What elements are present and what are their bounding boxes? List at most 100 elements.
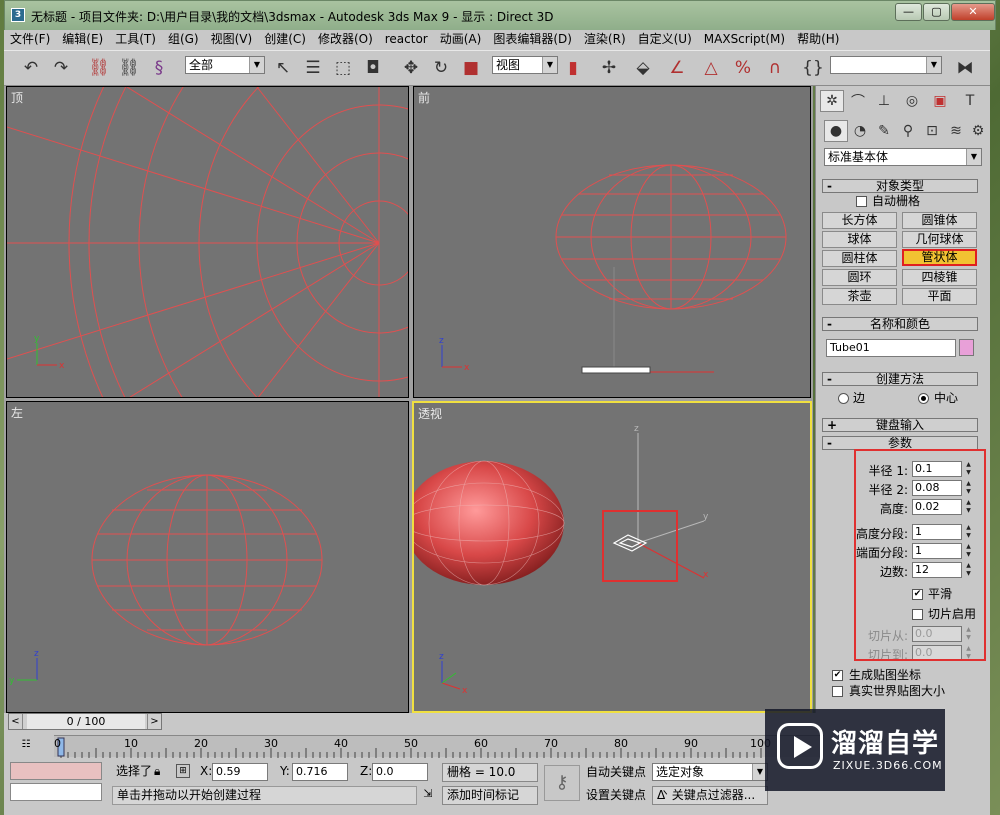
minimize-button[interactable]: — — [895, 3, 922, 21]
menu-reactor[interactable]: reactor — [379, 30, 434, 48]
trackbar[interactable]: 0 10 20 30 40 50 60 70 80 90 100 — [54, 735, 824, 758]
rollout-creation-method[interactable]: - 创建方法 — [822, 372, 978, 386]
edge-radio[interactable] — [838, 393, 849, 404]
gen-map-coords-checkbox[interactable]: ✔ — [832, 670, 843, 681]
viewport-front[interactable]: z x 前 — [413, 86, 811, 398]
center-radio[interactable] — [918, 393, 929, 404]
menu-tools[interactable]: 工具(T) — [109, 30, 162, 48]
plane-button[interactable]: 平面 — [902, 288, 977, 305]
y-field[interactable]: 0.716 — [292, 763, 348, 781]
maxscript-listener-mini[interactable] — [10, 762, 102, 780]
key-mode-dropdown[interactable]: 选定对象 ▼ — [652, 763, 768, 781]
pyramid-button[interactable]: 四棱锥 — [902, 269, 977, 286]
menu-views[interactable]: 视图(V) — [205, 30, 259, 48]
display-tab-icon[interactable]: ▣ — [928, 90, 952, 112]
modify-tab-icon[interactable]: ⌒ — [846, 90, 870, 112]
time-tag-icon[interactable]: ⇲ — [420, 787, 436, 803]
cone-button[interactable]: 圆锥体 — [902, 212, 977, 229]
menu-graph-editors[interactable]: 图表编辑器(D) — [487, 30, 578, 48]
category-dropdown[interactable]: 标准基本体 ▼ — [824, 148, 982, 166]
geosphere-button[interactable]: 几何球体 — [902, 231, 977, 248]
helpers-icon[interactable]: ⊡ — [920, 120, 944, 142]
redo-icon[interactable]: ↷ — [48, 55, 74, 81]
menu-file[interactable]: 文件(F) — [4, 30, 56, 48]
add-time-tag-button[interactable]: 添加时间标记 — [442, 786, 538, 805]
close-button[interactable]: ✕ — [951, 3, 995, 21]
undo-icon[interactable]: ↶ — [18, 55, 44, 81]
maximize-button[interactable]: ▢ — [923, 3, 950, 21]
motion-tab-icon[interactable]: ◎ — [900, 90, 924, 112]
prev-frame-icon[interactable]: < — [9, 714, 23, 729]
menu-group[interactable]: 组(G) — [162, 30, 205, 48]
set-key-button[interactable]: 设置关键点 — [586, 786, 648, 805]
keyboard-shortcut-icon[interactable]: ⬙ — [630, 55, 656, 81]
key-filters-button[interactable]: ᐬ 关键点过滤器... — [652, 786, 768, 805]
lights-icon[interactable]: ✎ — [872, 120, 896, 142]
frame-counter[interactable]: 0 / 100 — [27, 714, 145, 729]
link-icon[interactable]: ⛓ — [86, 55, 112, 81]
menu-customize[interactable]: 自定义(U) — [632, 30, 698, 48]
set-key-icon[interactable]: ⚷ — [544, 765, 580, 801]
real-world-map-checkbox[interactable] — [832, 686, 843, 697]
rollout-name-color[interactable]: - 名称和颜色 — [822, 317, 978, 331]
object-name-field[interactable]: Tube01 — [826, 339, 956, 357]
bind-space-warp-icon[interactable]: § — [146, 55, 172, 81]
rollout-keyboard-entry[interactable]: + 键盘输入 — [822, 418, 978, 432]
ref-coord-dropdown[interactable]: 视图 ▼ — [492, 56, 558, 74]
viewport-top[interactable]: y x 顶 — [6, 86, 409, 398]
rect-selection-icon[interactable]: ⬚ — [330, 55, 356, 81]
utilities-tab-icon[interactable]: T — [958, 90, 982, 112]
edit-named-selection-icon[interactable]: {} — [800, 55, 826, 81]
cylinder-button[interactable]: 圆柱体 — [822, 250, 897, 267]
systems-icon[interactable]: ⚙ — [966, 120, 990, 142]
spinner-snap-icon[interactable]: ∩ — [762, 55, 788, 81]
curve-editor-icon[interactable]: ☷ — [8, 733, 44, 757]
geometry-icon[interactable]: ● — [824, 120, 848, 142]
viewport-perspective[interactable]: z x x y z 透视 — [412, 401, 812, 713]
lock-icon[interactable]: 🔒︎ — [154, 764, 160, 779]
scale-icon[interactable]: ■ — [458, 55, 484, 81]
selection-filter-dropdown[interactable]: 全部 ▼ — [185, 56, 265, 74]
auto-key-button[interactable]: 自动关键点 — [586, 763, 648, 782]
menu-rendering[interactable]: 渲染(R) — [578, 30, 632, 48]
menu-create[interactable]: 创建(C) — [258, 30, 312, 48]
select-object-icon[interactable]: ↖ — [270, 55, 296, 81]
sphere-button[interactable]: 球体 — [822, 231, 897, 248]
time-slider[interactable]: < 0 / 100 > — [8, 713, 162, 730]
shapes-icon[interactable]: ◔ — [848, 120, 872, 142]
rotate-icon[interactable]: ↻ — [428, 55, 454, 81]
hierarchy-tab-icon[interactable]: ⊥ — [872, 90, 896, 112]
object-color-swatch[interactable] — [959, 339, 974, 356]
next-frame-icon[interactable]: > — [147, 714, 161, 729]
autogrid-checkbox[interactable] — [856, 196, 867, 207]
tube-button[interactable]: 管状体 — [902, 249, 977, 266]
angle-snap-icon[interactable]: △ — [698, 55, 724, 81]
move-icon[interactable]: ✥ — [398, 55, 424, 81]
menu-help[interactable]: 帮助(H) — [791, 30, 845, 48]
torus-button[interactable]: 圆环 — [822, 269, 897, 286]
menu-edit[interactable]: 编辑(E) — [56, 30, 109, 48]
menu-maxscript[interactable]: MAXScript(M) — [698, 30, 791, 48]
absolute-mode-icon[interactable]: ⊞ — [176, 764, 190, 778]
box-button[interactable]: 长方体 — [822, 212, 897, 229]
x-field[interactable]: 0.59 — [212, 763, 268, 781]
mirror-icon[interactable]: ⧓ — [952, 55, 978, 81]
create-tab-icon[interactable]: ✲ — [820, 90, 844, 112]
teapot-button[interactable]: 茶壶 — [822, 288, 897, 305]
named-selection-dropdown[interactable]: ▼ — [830, 56, 942, 74]
snap-toggle-icon[interactable]: ∠ — [664, 55, 690, 81]
pivot-center-icon[interactable]: ▮ — [560, 55, 586, 81]
select-by-name-icon[interactable]: ☰ — [300, 55, 326, 81]
select-manipulate-icon[interactable]: ✢ — [596, 55, 622, 81]
unlink-icon[interactable]: ⛓ — [116, 55, 142, 81]
menu-modifiers[interactable]: 修改器(O) — [312, 30, 379, 48]
z-field[interactable]: 0.0 — [372, 763, 428, 781]
rollout-parameters[interactable]: - 参数 — [822, 436, 978, 450]
rollout-object-type[interactable]: - 对象类型 — [822, 179, 978, 193]
window-crossing-icon[interactable]: ◘ — [360, 55, 386, 81]
percent-snap-icon[interactable]: % — [730, 55, 756, 81]
menu-animation[interactable]: 动画(A) — [434, 30, 488, 48]
viewport-left[interactable]: z y 左 — [6, 401, 409, 713]
maxscript-input-mini[interactable] — [10, 783, 102, 801]
space-warps-icon[interactable]: ≋ — [944, 120, 968, 142]
